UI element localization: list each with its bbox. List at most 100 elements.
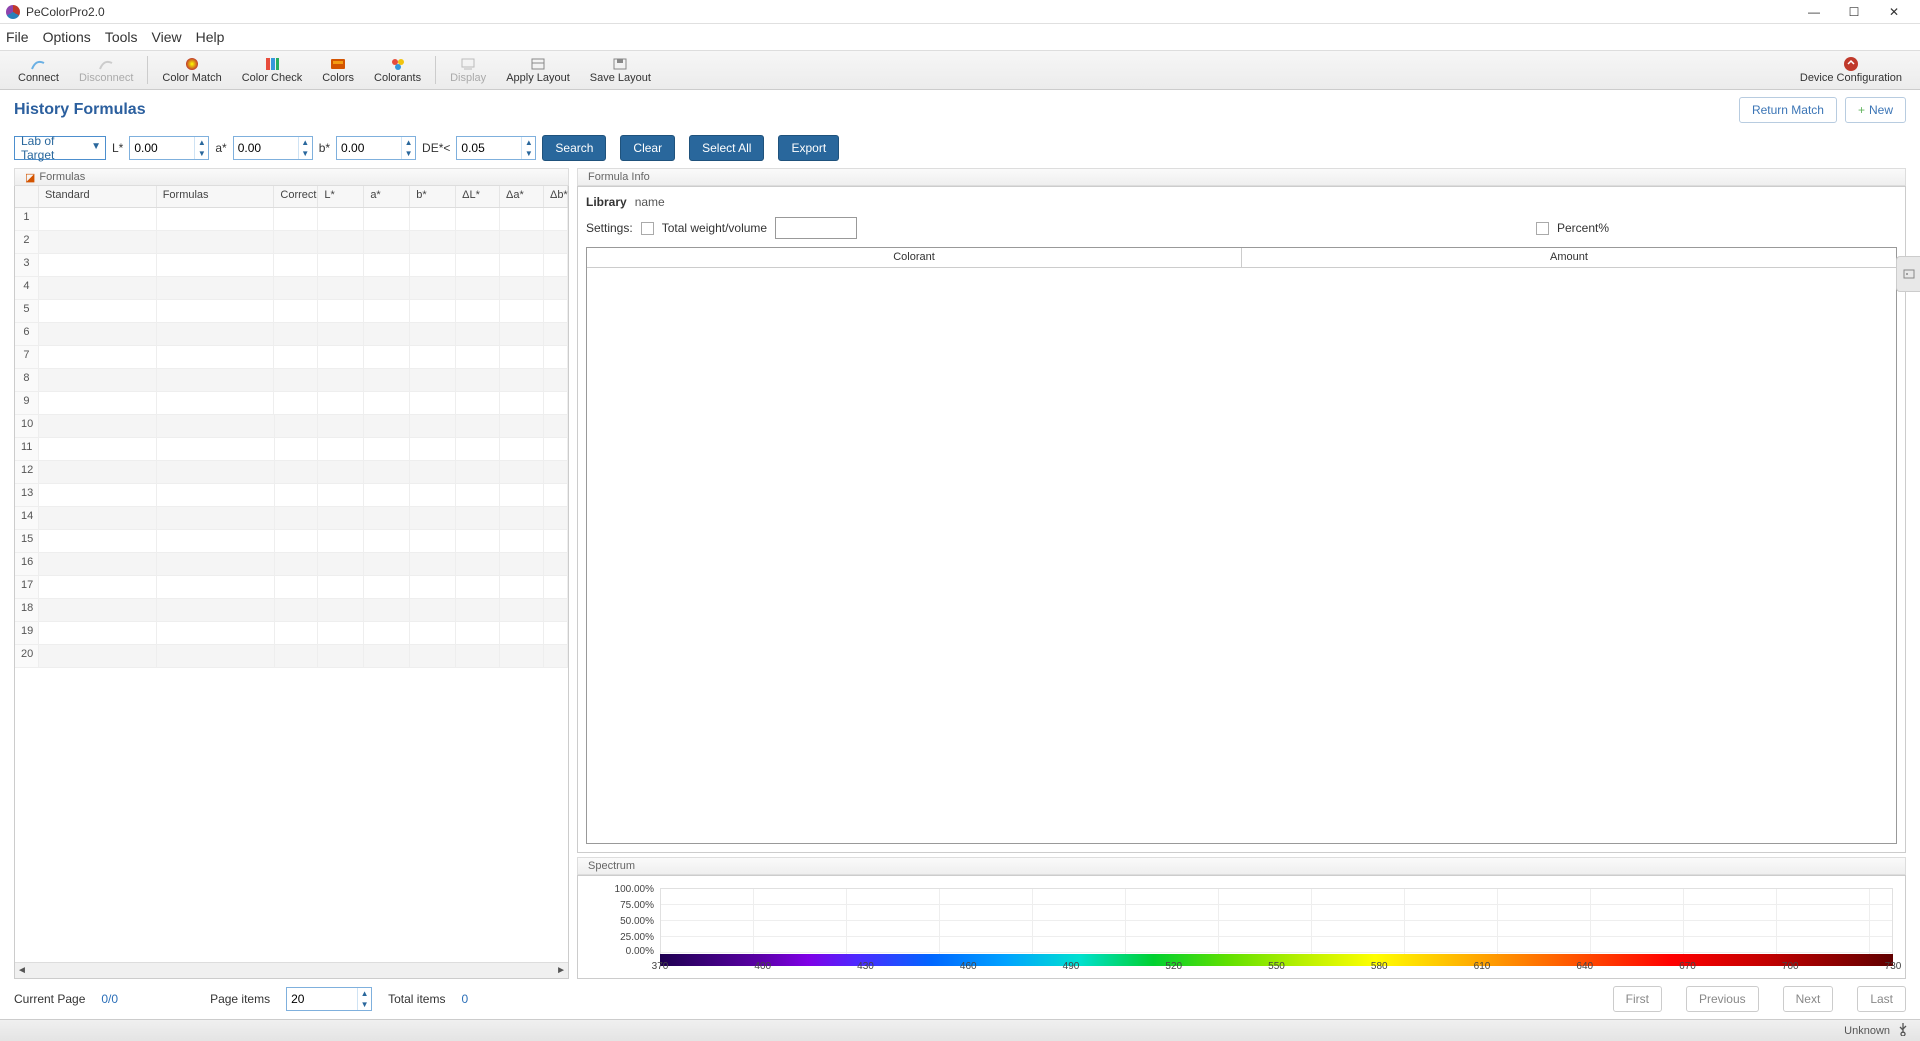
de-down[interactable]: ▼	[521, 148, 535, 159]
col-da[interactable]: Δa*	[500, 186, 544, 207]
b-label: b*	[319, 141, 330, 155]
col-dl[interactable]: ΔL*	[456, 186, 500, 207]
formulas-grid[interactable]: Standard Formulas Correct L* a* b* ΔL* Δ…	[14, 186, 569, 979]
disconnect-label: Disconnect	[79, 72, 133, 84]
save-layout-icon	[611, 56, 629, 72]
device-configuration-button[interactable]: Device Configuration	[1790, 51, 1912, 89]
total-wv-label: Total weight/volume	[662, 221, 767, 235]
table-row[interactable]: 17	[15, 576, 568, 599]
window-minimize[interactable]: —	[1794, 0, 1834, 24]
current-page-value: 0/0	[101, 992, 118, 1006]
percent-label: Percent%	[1557, 221, 1609, 235]
b-down[interactable]: ▼	[401, 148, 415, 159]
a-down[interactable]: ▼	[298, 148, 312, 159]
de-field[interactable]	[457, 141, 521, 155]
table-row[interactable]: 7	[15, 346, 568, 369]
library-value: name	[635, 195, 665, 209]
colorant-grid[interactable]: Colorant Amount	[586, 247, 1897, 844]
table-row[interactable]: 12	[15, 461, 568, 484]
clear-button[interactable]: Clear	[620, 135, 675, 161]
table-row[interactable]: 4	[15, 277, 568, 300]
menu-file[interactable]: File	[6, 29, 29, 45]
menu-view[interactable]: View	[152, 29, 182, 45]
select-all-button[interactable]: Select All	[689, 135, 764, 161]
col-formulas[interactable]: Formulas	[157, 186, 275, 207]
table-row[interactable]: 13	[15, 484, 568, 507]
return-match-button[interactable]: Return Match	[1739, 97, 1837, 123]
l-field[interactable]	[130, 141, 194, 155]
export-button[interactable]: Export	[778, 135, 839, 161]
page-items-field[interactable]	[287, 992, 357, 1006]
col-standard[interactable]: Standard	[39, 186, 157, 207]
table-row[interactable]: 20	[15, 645, 568, 668]
b-up[interactable]: ▲	[401, 137, 415, 148]
spectrum-box: 100.00% 75.00% 50.00% 25.00% 0.00% 37040…	[577, 875, 1906, 979]
table-row[interactable]: 2	[15, 231, 568, 254]
table-row[interactable]: 16	[15, 553, 568, 576]
col-amount[interactable]: Amount	[1241, 248, 1896, 267]
table-row[interactable]: 15	[15, 530, 568, 553]
last-button[interactable]: Last	[1857, 986, 1906, 1012]
statusbar: Unknown	[0, 1019, 1920, 1041]
table-row[interactable]: 11	[15, 438, 568, 461]
a-up[interactable]: ▲	[298, 137, 312, 148]
apply-layout-label: Apply Layout	[506, 72, 570, 84]
table-row[interactable]: 1	[15, 208, 568, 231]
window-maximize[interactable]: ☐	[1834, 0, 1874, 24]
page-items-input[interactable]: ▲▼	[286, 987, 372, 1011]
menu-tools[interactable]: Tools	[105, 29, 138, 45]
col-a[interactable]: a*	[364, 186, 410, 207]
device-configuration-label: Device Configuration	[1800, 72, 1902, 84]
color-match-button[interactable]: Color Match	[152, 51, 231, 89]
side-panel-handle[interactable]	[1896, 256, 1920, 292]
save-layout-button[interactable]: Save Layout	[580, 51, 661, 89]
table-row[interactable]: 6	[15, 323, 568, 346]
new-button[interactable]: +New	[1845, 97, 1906, 123]
table-row[interactable]: 18	[15, 599, 568, 622]
de-input[interactable]: ▲▼	[456, 136, 536, 160]
table-row[interactable]: 9	[15, 392, 568, 415]
table-row[interactable]: 3	[15, 254, 568, 277]
target-select[interactable]: Lab of Target	[14, 136, 106, 160]
table-row[interactable]: 8	[15, 369, 568, 392]
menu-help[interactable]: Help	[196, 29, 225, 45]
color-check-button[interactable]: Color Check	[232, 51, 313, 89]
total-wv-input[interactable]	[775, 217, 857, 239]
l-down[interactable]: ▼	[194, 148, 208, 159]
col-correct[interactable]: Correct	[274, 186, 318, 207]
b-field[interactable]	[337, 141, 401, 155]
table-row[interactable]: 14	[15, 507, 568, 530]
previous-button[interactable]: Previous	[1686, 986, 1759, 1012]
connect-button[interactable]: Connect	[8, 51, 69, 89]
col-colorant[interactable]: Colorant	[587, 248, 1241, 267]
colorants-button[interactable]: Colorants	[364, 51, 431, 89]
col-b[interactable]: b*	[410, 186, 456, 207]
col-db[interactable]: Δb*	[544, 186, 568, 207]
a-field[interactable]	[234, 141, 298, 155]
search-button[interactable]: Search	[542, 135, 606, 161]
library-label: Library	[586, 195, 627, 209]
next-button[interactable]: Next	[1783, 986, 1834, 1012]
apply-layout-button[interactable]: Apply Layout	[496, 51, 580, 89]
l-input[interactable]: ▲▼	[129, 136, 209, 160]
table-row[interactable]: 10	[15, 415, 568, 438]
l-up[interactable]: ▲	[194, 137, 208, 148]
color-match-label: Color Match	[162, 72, 221, 84]
first-button[interactable]: First	[1613, 986, 1662, 1012]
disconnect-icon	[97, 56, 115, 72]
table-row[interactable]: 19	[15, 622, 568, 645]
b-input[interactable]: ▲▼	[336, 136, 416, 160]
menu-options[interactable]: Options	[43, 29, 91, 45]
total-wv-checkbox[interactable]	[641, 222, 654, 235]
grid-body[interactable]: 1234567891011121314151617181920	[15, 208, 568, 962]
right-pane: Formula Info Library name Settings: Tota…	[577, 168, 1906, 979]
col-l[interactable]: L*	[318, 186, 364, 207]
grid-hscroll[interactable]: ◄►	[15, 962, 568, 978]
spectrum-chart: 100.00% 75.00% 50.00% 25.00% 0.00% 37040…	[640, 884, 1893, 974]
table-row[interactable]: 5	[15, 300, 568, 323]
window-close[interactable]: ✕	[1874, 0, 1914, 24]
percent-checkbox[interactable]	[1536, 222, 1549, 235]
colors-button[interactable]: Colors	[312, 51, 364, 89]
a-input[interactable]: ▲▼	[233, 136, 313, 160]
de-up[interactable]: ▲	[521, 137, 535, 148]
